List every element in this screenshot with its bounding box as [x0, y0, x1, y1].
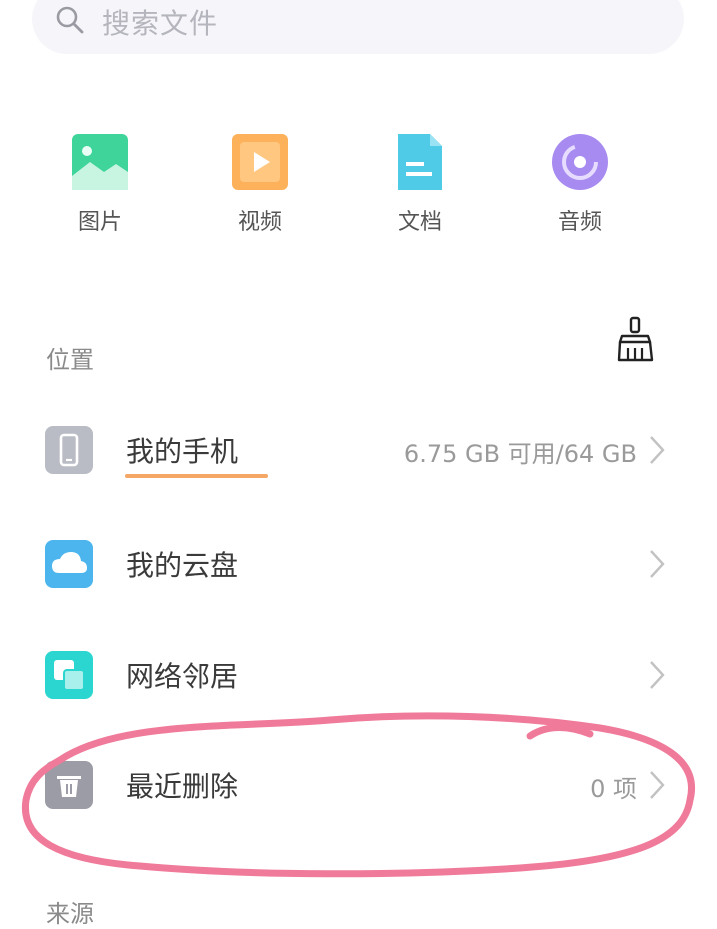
location-section-title: 位置 [46, 346, 94, 374]
audio-icon [552, 134, 608, 190]
location-row-recently-deleted[interactable]: 最近删除 0 项 [0, 755, 717, 815]
location-name: 我的手机 [126, 435, 239, 468]
category-documents[interactable]: 文档 [360, 134, 480, 236]
location-name: 最近删除 [126, 770, 239, 803]
phone-icon [45, 426, 93, 474]
location-row-cloud[interactable]: 我的云盘 [0, 534, 717, 594]
location-name: 我的云盘 [126, 549, 239, 582]
chevron-right-icon [650, 661, 665, 689]
category-label: 视频 [237, 210, 282, 235]
document-icon [392, 134, 448, 190]
search-icon [56, 6, 84, 34]
source-section-title: 来源 [46, 900, 94, 928]
category-label: 音频 [557, 210, 602, 235]
location-row-network[interactable]: 网络邻居 [0, 645, 717, 705]
search-placeholder: 搜索文件 [102, 7, 219, 40]
deleted-count: 0 项 [590, 775, 637, 803]
trash-icon [45, 761, 93, 809]
category-label: 图片 [77, 210, 122, 235]
search-bar[interactable]: 搜索文件 [32, 0, 684, 54]
category-images[interactable]: 图片 [40, 134, 160, 236]
category-videos[interactable]: 视频 [200, 134, 320, 236]
location-row-phone[interactable]: 我的手机 6.75 GB 可用/64 GB [0, 420, 717, 480]
category-label: 文档 [397, 210, 442, 235]
chevron-right-icon [650, 771, 665, 799]
category-audio[interactable]: 音频 [520, 134, 640, 236]
chevron-right-icon [650, 436, 665, 464]
image-icon [72, 134, 128, 190]
location-name: 网络邻居 [126, 660, 239, 693]
cloud-icon [45, 540, 93, 588]
chevron-right-icon [650, 550, 665, 578]
network-icon [45, 651, 93, 699]
video-icon [232, 134, 288, 190]
storage-usage-bar [125, 474, 268, 478]
broom-icon[interactable] [614, 316, 658, 364]
storage-info: 6.75 GB 可用/64 GB [403, 440, 637, 468]
